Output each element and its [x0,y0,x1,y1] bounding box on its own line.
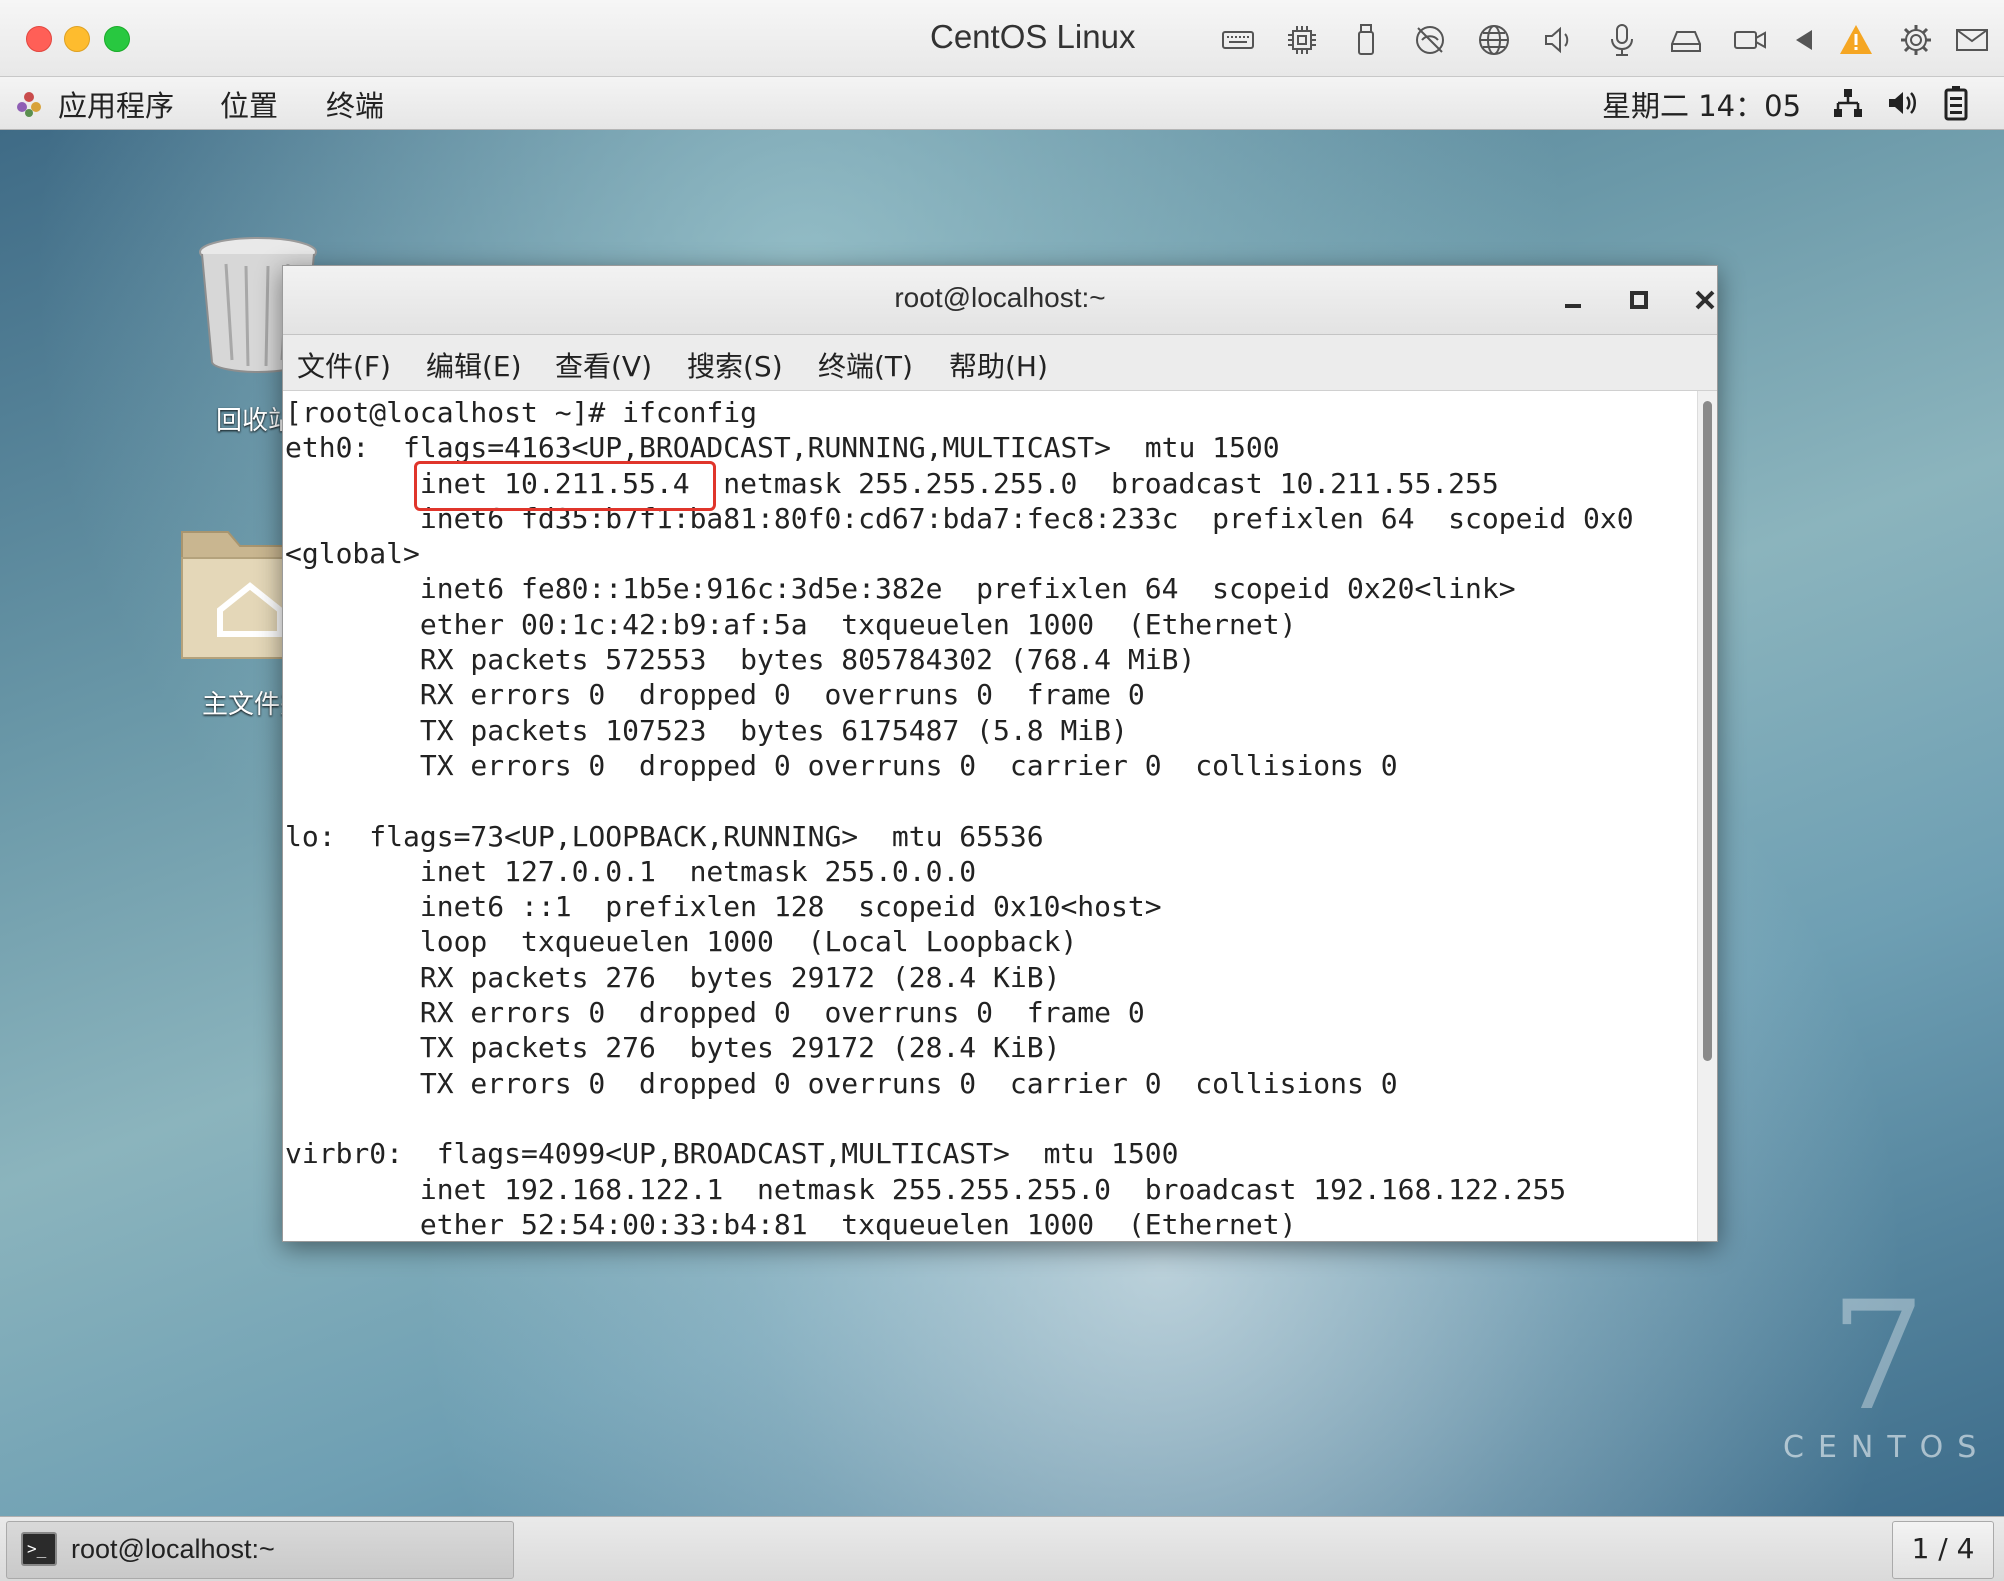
microphone-icon[interactable] [1602,20,1642,60]
centos-watermark-number: 7 [1830,1270,1926,1444]
usb-icon[interactable] [1346,20,1386,60]
speaker-icon[interactable] [1538,20,1578,60]
battery-icon[interactable] [1944,85,1968,121]
terminal-line: inet6 ::1 prefixlen 128 scopeid 0x10<hos… [285,890,1162,924]
volume-icon[interactable] [1886,87,1918,119]
terminal-line: inet6 fe80::1b5e:916c:3d5e:382e prefixle… [285,572,1516,606]
close-icon[interactable] [1685,280,1725,320]
cpu-icon[interactable] [1282,20,1322,60]
play-back-icon[interactable] [1784,20,1824,60]
terminal-line: eth0: flags=4163<UP,BROADCAST,RUNNING,MU… [285,431,1280,465]
terminal-line: ether 00:1c:42:b9:af:5a txqueuelen 1000 … [285,607,1297,641]
terminal-line: loop txqueuelen 1000 (Local Loopback) [285,925,1078,959]
maximize-icon[interactable] [1619,280,1659,320]
keyboard-icon[interactable] [1218,20,1258,60]
ip-address-highlight [414,461,716,511]
taskbar-item-label: root@localhost:~ [71,1534,275,1564]
terminal-line: lo: flags=73<UP,LOOPBACK,RUNNING> mtu 65… [285,819,1044,853]
terminal-line: RX errors 0 dropped 0 overruns 0 frame 0 [285,996,1145,1030]
terminal-line: RX packets 276 bytes 29172 (28.4 KiB) [285,960,1061,994]
terminal-text: [root@localhost ~]# ifconfig eth0: flags… [283,391,1698,1241]
window-minimize-button[interactable] [64,26,90,52]
panel-clock[interactable]: 星期二 14：05 [1602,83,1801,125]
terminal-line: ether 52:54:00:33:b4:81 txqueuelen 1000 … [285,1207,1297,1241]
menu-search[interactable]: 搜索(S) [687,345,783,385]
window-close-button[interactable] [26,26,52,52]
menu-edit[interactable]: 编辑(E) [426,345,522,385]
gear-icon[interactable] [1896,20,1936,60]
warning-icon[interactable] [1836,20,1876,60]
mail-icon[interactable] [1952,20,1992,60]
terminal-line: inet 192.168.122.1 netmask 255.255.255.0… [285,1172,1567,1206]
window-zoom-button[interactable] [104,26,130,52]
bottom-taskbar: >_ root@localhost:~ 1 / 4 [0,1516,2004,1581]
workspace-switcher[interactable]: 1 / 4 [1892,1521,1994,1579]
vm-titlebar: CentOS Linux [0,0,2004,77]
terminal-window: root@localhost:~ 文件(F) 编辑(E) 查看(V) 搜索(S)… [282,265,1718,1242]
vm-window-title: CentOS Linux [930,18,1136,55]
terminal-line: <global> [285,537,420,571]
network-disabled-icon[interactable] [1410,20,1450,60]
terminal-line: TX errors 0 dropped 0 overruns 0 carrier… [285,1066,1398,1100]
globe-icon[interactable] [1474,20,1514,60]
terminal-app-icon: >_ [21,1532,57,1566]
terminal-line: inet 127.0.0.1 netmask 255.0.0.0 [285,854,977,888]
terminal-line: TX packets 107523 bytes 6175487 (5.8 MiB… [285,713,1128,747]
menu-view[interactable]: 查看(V) [555,345,652,385]
gnome-top-panel: 应用程序 位置 终端 星期二 14：05 [0,77,2004,130]
menu-terminal[interactable]: 终端 [326,83,384,125]
camera-icon[interactable] [1730,20,1770,60]
taskbar-item-terminal[interactable]: >_ root@localhost:~ [6,1521,514,1579]
minimize-icon[interactable] [1553,280,1593,320]
terminal-menubar: 文件(F) 编辑(E) 查看(V) 搜索(S) 终端(T) 帮助(H) [283,335,1717,391]
centos-watermark-word: CENTOS [1783,1430,1991,1465]
network-icon[interactable] [1832,87,1864,119]
scrollbar-thumb[interactable] [1703,401,1712,1061]
terminal-line: RX packets 572553 bytes 805784302 (768.4… [285,643,1196,677]
menu-places[interactable]: 位置 [220,83,278,125]
applications-logo-icon[interactable] [14,89,44,119]
disk-icon[interactable] [1666,20,1706,60]
terminal-output[interactable]: [root@localhost ~]# ifconfig eth0: flags… [283,391,1698,1241]
menu-help[interactable]: 帮助(H) [949,345,1048,385]
menu-file[interactable]: 文件(F) [297,345,391,385]
terminal-line: TX errors 0 dropped 0 overruns 0 carrier… [285,748,1398,782]
terminal-title: root@localhost:~ [894,282,1106,313]
terminal-line: RX errors 0 dropped 0 overruns 0 frame 0 [285,678,1145,712]
terminal-line: TX packets 276 bytes 29172 (28.4 KiB) [285,1031,1061,1065]
menu-terminal-menu[interactable]: 终端(T) [818,345,913,385]
terminal-line: [root@localhost ~]# ifconfig [285,396,758,429]
terminal-line: virbr0: flags=4099<UP,BROADCAST,MULTICAS… [285,1137,1179,1171]
menu-applications[interactable]: 应用程序 [58,83,174,125]
terminal-titlebar[interactable]: root@localhost:~ [283,266,1717,335]
terminal-scrollbar[interactable] [1697,391,1717,1241]
